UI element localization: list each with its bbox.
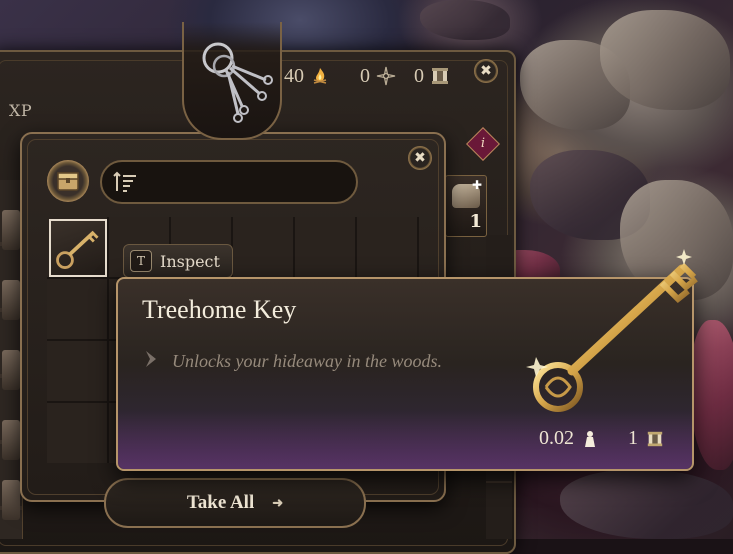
inspiration-star-icon	[376, 66, 396, 86]
close-icon: ✖	[414, 150, 426, 166]
item-name: Treehome Key	[142, 295, 297, 324]
arrow-right-icon: ➜	[272, 495, 284, 510]
item-weight: 0.02	[539, 427, 574, 449]
rock	[560, 470, 733, 539]
inspiration-counter: 0	[360, 62, 396, 90]
chest-icon	[57, 172, 79, 191]
close-icon: ✖	[480, 63, 492, 79]
container-filter-button[interactable]	[47, 160, 89, 202]
info-icon: i	[480, 136, 486, 151]
inventory-slot-backpack[interactable]: ✚ 1	[445, 175, 487, 237]
item-slot-selected[interactable]	[49, 219, 107, 277]
close-container-button[interactable]: ✖	[408, 146, 432, 170]
equipment-slot[interactable]	[2, 480, 20, 520]
camp-supplies-counter: 40	[284, 62, 330, 90]
inspiration-value: 0	[360, 64, 370, 87]
equipment-slot[interactable]	[2, 350, 20, 390]
equipment-slot[interactable]	[2, 420, 20, 460]
sort-search-bar[interactable]	[100, 160, 358, 204]
container-header-medallion	[182, 22, 282, 140]
equipment-slot[interactable]	[2, 210, 20, 250]
weight-units-value: 0	[414, 64, 424, 87]
xp-label: XP	[9, 101, 33, 120]
sort-icon	[113, 171, 136, 192]
gold-value-icon	[647, 431, 663, 446]
new-item-plus-icon: ✚	[471, 178, 482, 192]
camp-supplies-value: 40	[284, 64, 304, 87]
inspect-label: Inspect	[160, 251, 220, 271]
item-value: 1	[628, 427, 638, 449]
keyring-icon	[202, 42, 273, 123]
item-description: Unlocks your hideaway in the woods.	[172, 351, 442, 371]
inspect-prompt[interactable]: T Inspect	[123, 244, 233, 278]
take-all-label: Take All	[186, 492, 255, 513]
weight-units-counter: 0	[414, 62, 450, 90]
weight-icon	[585, 430, 595, 447]
scroll-icon	[432, 68, 448, 84]
item-stack-count: 1	[469, 211, 482, 232]
description-quill-icon	[146, 351, 156, 367]
take-all-button[interactable]: Take All ➜	[104, 478, 366, 528]
key-illustration-icon	[526, 249, 698, 412]
campfire-icon	[313, 68, 327, 84]
item-stats: 0.02 1	[539, 427, 664, 450]
close-inventory-button[interactable]: ✖	[474, 59, 498, 83]
equipment-slot[interactable]	[2, 280, 20, 320]
inspect-keybind: T	[130, 250, 152, 272]
rock	[420, 0, 510, 40]
key-icon	[56, 230, 99, 269]
item-tooltip: Treehome Key Unlocks your hideaway in th…	[116, 249, 698, 471]
